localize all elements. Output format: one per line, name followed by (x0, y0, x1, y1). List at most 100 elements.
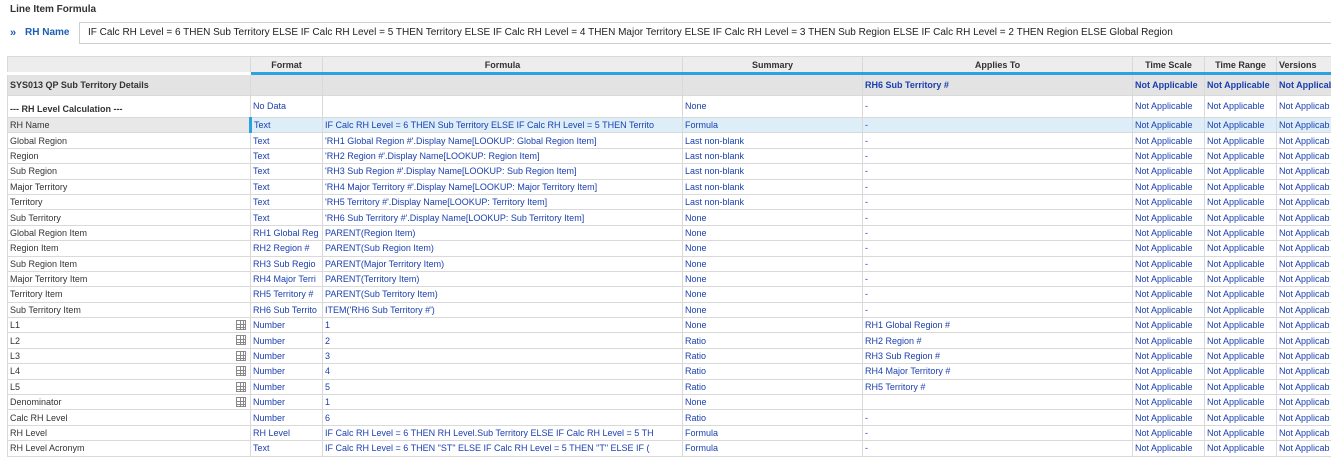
line-item-summary[interactable]: None (682, 255, 863, 272)
line-item-time-scale[interactable]: Not Applicable (1132, 440, 1205, 457)
line-item-applies-to[interactable]: - (862, 440, 1133, 457)
line-item-summary[interactable]: None (682, 301, 863, 319)
grid-icon[interactable] (236, 350, 246, 361)
line-item-time-range[interactable]: Not Applicable (1204, 363, 1277, 380)
line-item-format[interactable]: Text (250, 163, 323, 180)
line-item-applies-to[interactable]: RH5 Territory # (862, 378, 1133, 396)
line-item-summary[interactable]: None (682, 209, 863, 226)
line-item-time-range[interactable]: Not Applicable (1204, 286, 1277, 303)
line-item-row[interactable]: Region Text 'RH2 Region #'.Display Name[LO… (7, 147, 1331, 165)
line-item-name[interactable]: Sub Territory (7, 209, 251, 226)
line-item-summary[interactable]: Ratio (682, 332, 863, 349)
line-item-formula[interactable]: 5 (322, 378, 683, 396)
line-item-time-range[interactable]: Not Applicable (1204, 240, 1277, 257)
column-header-format[interactable]: Format (250, 56, 323, 75)
line-item-row[interactable]: L3 Number 3 Ratio RH3 Sub Region # Not Applic… (7, 347, 1331, 365)
line-item-formula[interactable]: 'RH3 Sub Region #'.Display Name[LOOKUP: … (322, 163, 683, 180)
line-item-formula[interactable]: 2 (322, 332, 683, 349)
line-item-row[interactable]: L1 Number 1 None RH1 Global Region # Not Appl… (7, 317, 1331, 334)
line-item-row[interactable]: Denominator Number 1 None Not Applicable Not … (7, 394, 1331, 411)
line-item-summary[interactable]: Formula (682, 440, 863, 457)
line-item-applies-to[interactable]: - (862, 116, 1133, 134)
line-item-versions[interactable]: Not Applicab (1276, 378, 1331, 396)
line-item-formula[interactable]: 'RH6 Sub Territory #'.Display Name[LOOKU… (322, 209, 683, 226)
line-item-name[interactable]: RH Level Acronym (7, 440, 251, 457)
column-header-summary[interactable]: Summary (682, 56, 863, 75)
line-item-summary[interactable]: Ratio (682, 363, 863, 380)
line-item-versions[interactable]: Not Applicab (1276, 116, 1331, 134)
line-item-time-range[interactable]: Not Applicable (1204, 224, 1277, 242)
line-item-applies-to[interactable]: - (862, 409, 1133, 426)
line-item-name[interactable]: Major Territory Item (7, 270, 251, 288)
line-item-formula[interactable]: 'RH5 Territory #'.Display Name[LOOKUP: T… (322, 193, 683, 211)
line-item-name[interactable]: RH Level (7, 424, 251, 442)
module-applies-to[interactable]: RH6 Sub Territory # (862, 73, 1133, 96)
line-item-name[interactable]: Sub Region (7, 163, 251, 180)
line-item-summary[interactable]: None (682, 286, 863, 303)
line-item-row[interactable]: Territory Item RH5 Territory # PARENT(Sub … (7, 286, 1331, 303)
line-item-time-scale[interactable]: Not Applicable (1132, 255, 1205, 272)
line-item-versions[interactable]: Not Applicab (1276, 163, 1331, 180)
line-item-summary[interactable]: Ratio (682, 409, 863, 426)
line-item-name[interactable]: Denominator (7, 394, 251, 411)
line-item-time-scale[interactable]: Not Applicable (1132, 224, 1205, 242)
line-item-row[interactable]: Calc RH Level Number 6 Ratio - Not Applicable… (7, 409, 1331, 426)
line-item-time-range[interactable]: Not Applicable (1204, 394, 1277, 411)
section-versions[interactable]: Not Applicab (1276, 95, 1331, 118)
line-item-time-scale[interactable]: Not Applicable (1132, 270, 1205, 288)
line-item-row[interactable]: L2 Number 2 Ratio RH2 Region # Not Applicable… (7, 332, 1331, 349)
line-item-versions[interactable]: Not Applicab (1276, 270, 1331, 288)
line-item-name[interactable]: Region (7, 147, 251, 165)
line-item-formula[interactable]: 'RH1 Global Region #'.Display Name[LOOKU… (322, 132, 683, 149)
line-item-row[interactable]: RH Level RH Level IF Calc RH Level = 6 THE… (7, 424, 1331, 442)
line-item-time-range[interactable]: Not Applicable (1204, 163, 1277, 180)
column-header-time-range[interactable]: Time Range (1204, 56, 1277, 75)
line-item-row[interactable]: Global Region Text 'RH1 Global Region #'.D… (7, 132, 1331, 149)
line-item-time-range[interactable]: Not Applicable (1204, 301, 1277, 319)
line-item-summary[interactable]: Last non-blank (682, 132, 863, 149)
line-item-versions[interactable]: Not Applicab (1276, 424, 1331, 442)
line-item-versions[interactable]: Not Applicab (1276, 147, 1331, 165)
line-item-format[interactable]: Text (250, 209, 323, 226)
line-item-versions[interactable]: Not Applicab (1276, 224, 1331, 242)
line-item-time-range[interactable]: Not Applicable (1204, 378, 1277, 396)
line-item-formula[interactable]: PARENT(Sub Region Item) (322, 240, 683, 257)
line-item-row[interactable]: Sub Region Item RH3 Sub Regio PARENT(Major… (7, 255, 1331, 272)
line-item-applies-to[interactable]: RH2 Region # (862, 332, 1133, 349)
line-item-time-scale[interactable]: Not Applicable (1132, 394, 1205, 411)
line-item-name[interactable]: Region Item (7, 240, 251, 257)
line-item-formula[interactable]: PARENT(Sub Territory Item) (322, 286, 683, 303)
section-row[interactable]: --- RH Level Calculation --- No Data Non… (7, 95, 1331, 118)
line-item-formula[interactable]: 1 (322, 317, 683, 334)
line-item-versions[interactable]: Not Applicab (1276, 332, 1331, 349)
line-item-formula[interactable]: IF Calc RH Level = 6 THEN Sub Territory … (322, 116, 683, 134)
line-item-format[interactable]: RH Level (250, 424, 323, 442)
line-item-formula[interactable]: IF Calc RH Level = 6 THEN RH Level.Sub T… (322, 424, 683, 442)
line-item-format[interactable]: Text (250, 132, 323, 149)
line-item-name[interactable]: Territory Item (7, 286, 251, 303)
line-item-name[interactable]: Sub Territory Item (7, 301, 251, 319)
section-format[interactable]: No Data (250, 95, 323, 118)
line-item-time-scale[interactable]: Not Applicable (1132, 240, 1205, 257)
line-item-versions[interactable]: Not Applicab (1276, 209, 1331, 226)
section-applies-to[interactable]: - (862, 95, 1133, 118)
line-item-formula[interactable]: ITEM('RH6 Sub Territory #') (322, 301, 683, 319)
line-item-format[interactable]: RH2 Region # (250, 240, 323, 257)
line-item-name[interactable]: Global Region (7, 132, 251, 149)
line-item-formula[interactable]: 3 (322, 347, 683, 365)
section-summary[interactable]: None (682, 95, 863, 118)
line-item-formula[interactable]: 6 (322, 409, 683, 426)
line-item-time-scale[interactable]: Not Applicable (1132, 116, 1205, 134)
line-item-applies-to[interactable]: - (862, 424, 1133, 442)
line-item-time-scale[interactable]: Not Applicable (1132, 163, 1205, 180)
line-item-row[interactable]: Sub Territory Item RH6 Sub Territo ITEM('R… (7, 301, 1331, 319)
line-item-time-scale[interactable]: Not Applicable (1132, 363, 1205, 380)
column-header-applies-to[interactable]: Applies To (862, 56, 1133, 75)
line-item-name[interactable]: L5 (7, 378, 251, 396)
line-item-time-range[interactable]: Not Applicable (1204, 347, 1277, 365)
line-item-row[interactable]: Region Item RH2 Region # PARENT(Sub Region… (7, 240, 1331, 257)
line-item-name[interactable]: L3 (7, 347, 251, 365)
line-item-summary[interactable]: Last non-blank (682, 178, 863, 195)
module-time-scale[interactable]: Not Applicable (1132, 73, 1205, 96)
line-item-time-scale[interactable]: Not Applicable (1132, 378, 1205, 396)
